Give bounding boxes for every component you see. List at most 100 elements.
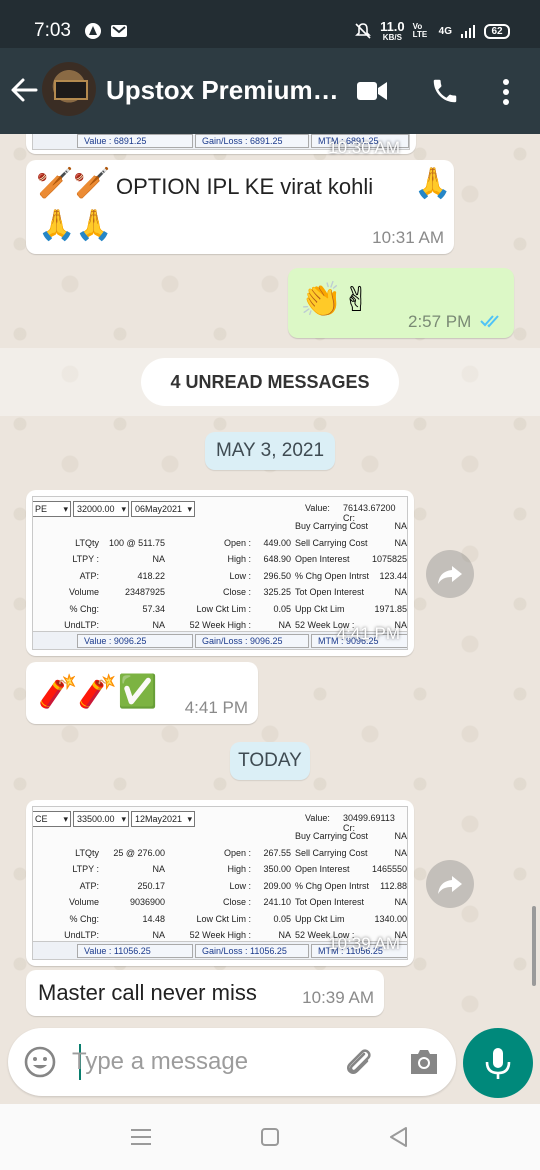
terminal-cell: 418.22 <box>137 570 165 581</box>
date-separator: MAY 3, 2021 <box>205 432 335 470</box>
value-label: Value: <box>305 503 330 513</box>
message-sent-emojis[interactable]: 👏✌ 2:57 PM <box>288 268 514 338</box>
more-options-icon[interactable] <box>502 78 510 106</box>
terminal-cell: NA <box>152 864 165 874</box>
terminal-cell: 52 Week High : <box>189 930 251 940</box>
terminal-cell: LTPY : <box>72 864 99 874</box>
footer-value: Value : 6891.25 <box>77 134 193 148</box>
terminal-cell: 1340.00 <box>374 913 407 924</box>
expiry-select: 06May2021 <box>131 501 195 517</box>
message-image-trade-2[interactable]: CE 33500.00 12May2021 Value: 30499.69113… <box>26 800 414 966</box>
terminal-cell: 52 Week High : <box>189 620 251 630</box>
terminal-cell: 325.25 <box>263 587 291 597</box>
terminal-cell: 1465550 <box>371 864 407 874</box>
unread-messages-label: 4 UNREAD MESSAGES <box>141 358 399 406</box>
terminal-cell: LTPY : <box>72 554 99 564</box>
terminal-cell: 648.90 <box>263 554 291 564</box>
terminal-cell: Open : <box>223 537 251 548</box>
terminal-cell: NA <box>278 930 291 940</box>
strike-select: 32000.00 <box>73 501 129 517</box>
message-master-call[interactable]: Master call never miss 10:39 AM <box>26 970 384 1016</box>
terminal-cell: Volume <box>68 587 99 597</box>
terminal-cell: 250.17 <box>137 880 165 891</box>
terminal-cell: UndLTP: <box>64 620 99 630</box>
terminal-cell: LTQty <box>75 537 99 548</box>
chat-area[interactable]: Value : 6891.25 Gain/Loss : 6891.25 MTM … <box>0 134 540 1030</box>
footer-value: Value : 11056.25 <box>77 944 193 958</box>
expiry-select: 12May2021 <box>131 811 195 827</box>
camera-icon[interactable] <box>408 1048 440 1076</box>
emoji-icon[interactable] <box>24 1046 56 1078</box>
chat-header: Upstox Premium… <box>0 48 540 134</box>
forward-icon <box>438 876 462 894</box>
terminal-cell: NA <box>152 620 165 630</box>
status-bar: 7:03 11.0 KB/S Vo LTE 4G 62 <box>0 0 540 48</box>
back-nav-icon[interactable] <box>388 1126 408 1148</box>
voice-record-button[interactable] <box>463 1028 533 1098</box>
terminal-cell: 1075825 <box>371 554 407 564</box>
message-firecracker[interactable]: 🧨🧨✅ 4:41 PM <box>26 662 258 724</box>
terminal-cell: 23487925 <box>124 587 165 597</box>
composer <box>8 1028 456 1096</box>
terminal-cell: 14.48 <box>142 913 165 924</box>
value-label: Value: <box>305 813 330 823</box>
terminal-cell: ATP: <box>79 880 99 891</box>
menu-icon[interactable] <box>130 1128 152 1146</box>
message-image-trade-1[interactable]: PE 32000.00 06May2021 Value: 76143.67200… <box>26 490 414 656</box>
terminal-cell: Close : <box>222 587 251 597</box>
terminal-cell: % Chg: <box>69 913 99 924</box>
terminal-cell: 267.55 <box>263 847 291 858</box>
voice-call-icon[interactable] <box>430 76 460 106</box>
group-avatar[interactable] <box>42 62 96 116</box>
scrollbar[interactable] <box>532 906 536 986</box>
terminal-cell: NA <box>394 537 407 548</box>
terminal-cell: 25 @ 276.00 <box>113 847 165 858</box>
strike-select: 33500.00 <box>73 811 129 827</box>
terminal-cell: Close : <box>222 897 251 907</box>
read-receipt-icon <box>480 315 499 328</box>
forward-icon <box>438 566 462 584</box>
chat-title[interactable]: Upstox Premium… <box>106 75 339 106</box>
terminal-cell: 100 @ 511.75 <box>108 537 165 548</box>
terminal-cell: UndLTP: <box>64 930 99 940</box>
terminal-cell: 209.00 <box>263 880 291 891</box>
home-icon[interactable] <box>260 1127 280 1147</box>
footer-value: Value : 9096.25 <box>77 634 193 648</box>
terminal-cell: NA <box>394 521 407 531</box>
terminal-cell: NA <box>394 831 407 841</box>
terminal-cell: % Chg: <box>69 603 99 614</box>
message-time: 10:30 AM <box>328 138 400 157</box>
terminal-cell: Open : <box>223 847 251 858</box>
forward-button[interactable] <box>426 860 474 908</box>
terminal-cell: High : <box>227 864 251 874</box>
attach-icon[interactable] <box>342 1046 376 1080</box>
signal-icon <box>461 25 475 38</box>
message-ipl[interactable]: 🏏🏏 OPTION IPL KE virat kohli 🙏 🙏🙏 10:31 … <box>26 160 454 254</box>
terminal-cell: 112.88 <box>380 880 407 891</box>
status-time: 7:03 <box>34 20 71 41</box>
option-type-select: PE <box>33 501 71 517</box>
message-image-partial[interactable]: Value : 6891.25 Gain/Loss : 6891.25 MTM … <box>26 134 416 157</box>
terminal-cell: Volume <box>68 897 99 907</box>
video-call-icon[interactable] <box>356 80 388 102</box>
terminal-cell: 449.00 <box>263 537 291 548</box>
terminal-cell: Low : <box>229 880 251 891</box>
folded-hands-emoji: 🙏 <box>414 166 452 201</box>
terminal-cell: 123.44 <box>379 570 407 581</box>
terminal-cell: 57.34 <box>142 603 165 614</box>
network-type: 4G <box>438 25 452 37</box>
value-amount: 76143.67200 Cr: <box>343 503 396 523</box>
terminal-cell: High : <box>227 554 251 564</box>
forward-button[interactable] <box>426 550 474 598</box>
terminal-cell: 9036900 <box>129 897 165 907</box>
terminal-cell: NA <box>152 554 165 564</box>
message-time: 4:41 PM <box>336 624 400 643</box>
terminal-cell: 241.10 <box>263 897 291 907</box>
terminal-cell: NA <box>152 930 165 940</box>
footer-gain-loss: Gain/Loss : 6891.25 <box>195 134 309 148</box>
message-input[interactable] <box>72 1040 322 1084</box>
net-speed-value: 11.0 <box>380 19 405 34</box>
microphone-icon <box>485 1048 511 1079</box>
back-arrow-icon[interactable] <box>10 76 38 104</box>
cricket-bat-emoji: 🏏🏏 <box>36 166 111 201</box>
